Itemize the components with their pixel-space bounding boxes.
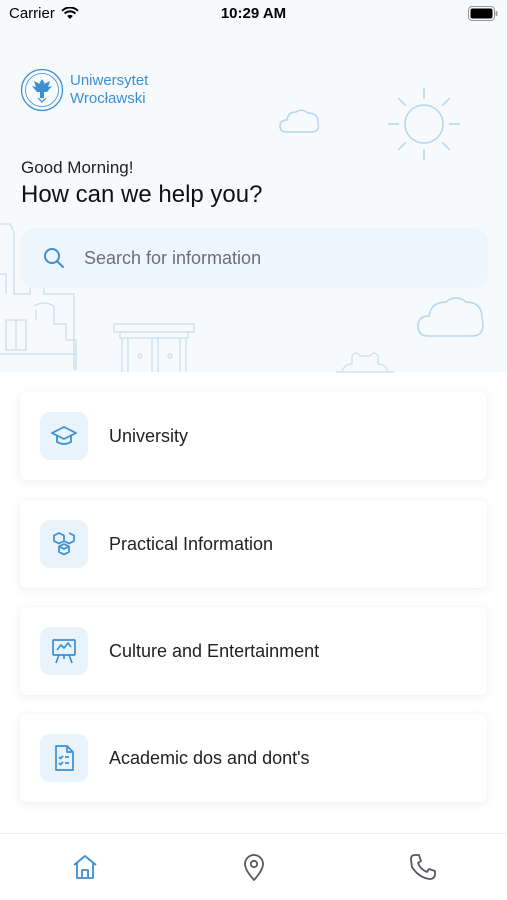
phone-icon [410, 854, 436, 880]
cloud-illustration [417, 297, 484, 337]
boxes-icon [53, 532, 75, 556]
eagle-crest-icon [20, 68, 64, 112]
status-bar: Carrier 10:29 AM [0, 0, 507, 28]
menu-item-label: Academic dos and dont's [109, 747, 310, 768]
easel-icon [52, 639, 76, 664]
location-pin-icon [244, 854, 264, 881]
tab-home[interactable] [68, 850, 102, 884]
menu-item-label: University [109, 425, 189, 446]
card-icon-container [40, 734, 88, 782]
monument-illustration [336, 352, 394, 373]
greeting: Good Morning! [21, 158, 134, 177]
gate-illustration [113, 323, 195, 372]
card-icon-container [40, 520, 88, 568]
tab-contact[interactable] [406, 850, 440, 884]
search-icon [44, 248, 64, 268]
menu-item-label: Practical Information [109, 533, 274, 554]
tab-location[interactable] [237, 850, 271, 884]
tab-bar [0, 833, 507, 900]
cloud-illustration [279, 109, 320, 133]
logo-line-1: Uniwersytet [70, 72, 149, 89]
sun-illustration [388, 88, 460, 160]
menu-item-academic-dos-and-donts[interactable]: Academic dos and dont's [20, 714, 487, 802]
search-input[interactable]: Search for information [20, 228, 488, 288]
card-icon-container [40, 627, 88, 675]
menu-item-university[interactable]: University [20, 392, 487, 480]
search-placeholder: Search for information [84, 247, 262, 268]
university-logo: Uniwersytet Wrocławski [20, 68, 148, 112]
graduation-cap-icon [51, 426, 77, 445]
checklist-icon [55, 745, 74, 771]
menu-item-practical-information[interactable]: Practical Information [20, 500, 487, 588]
home-icon [73, 855, 97, 879]
card-icon-container [40, 412, 88, 460]
menu-item-label: Culture and Entertainment [109, 640, 320, 661]
menu-item-culture-and-entertainment[interactable]: Culture and Entertainment [20, 607, 487, 695]
logo-line-2: Wrocławski [70, 90, 146, 107]
status-time: 10:29 AM [220, 5, 287, 22]
page-title: How can we help you? [21, 181, 263, 208]
battery-icon [468, 6, 498, 21]
